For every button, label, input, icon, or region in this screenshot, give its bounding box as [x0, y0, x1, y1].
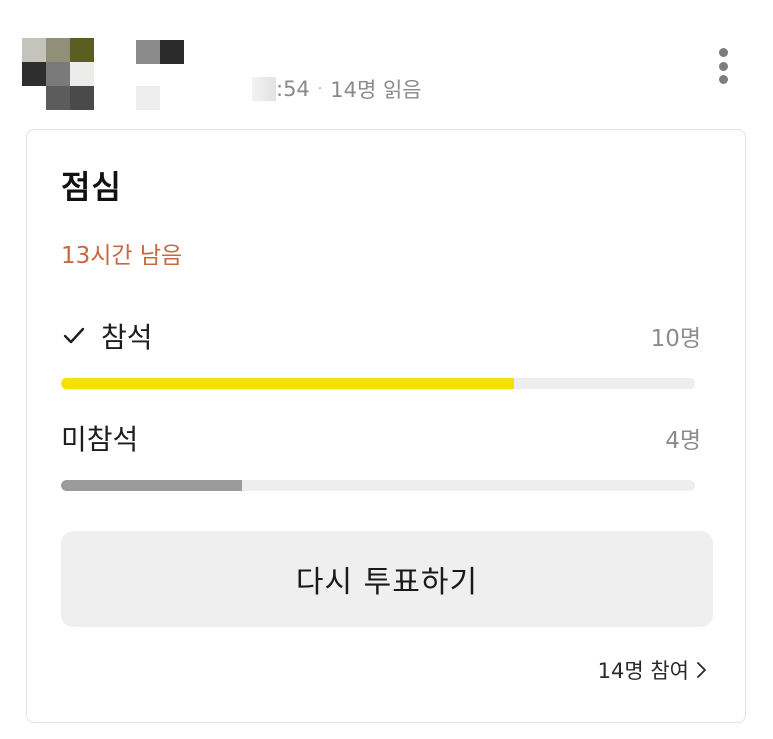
post-meta: :54 · 14명 읽음	[252, 74, 422, 104]
author-name-blurred	[136, 40, 186, 112]
meta-separator: ·	[317, 81, 323, 97]
poll-option-bar-fill	[61, 378, 514, 389]
read-count: 14명 읽음	[330, 78, 422, 102]
poll-option-label: 미참석	[61, 423, 139, 456]
chevron-right-icon	[695, 661, 707, 679]
poll-option-bar	[61, 480, 695, 491]
poll-option-label: 참석	[101, 321, 153, 354]
meta-time-blur	[252, 77, 276, 101]
poll-option-count: 4명	[665, 428, 701, 454]
participants-count: 14명 참여	[597, 659, 689, 683]
check-icon	[61, 323, 87, 349]
poll-option-absent[interactable]: 미참석 4명	[61, 418, 701, 491]
poll-option-bar-fill	[61, 480, 243, 491]
poll-card: 점심 13시간 남음 참석 10명 미참석 4명 다시 투표하기 14명 참여	[26, 129, 746, 723]
poll-option-attend[interactable]: 참석 10명	[61, 316, 701, 389]
poll-option-bar	[61, 378, 695, 389]
poll-option-count: 10명	[650, 326, 701, 352]
poll-time-remaining: 13시간 남음	[61, 243, 183, 269]
poll-title: 점심	[61, 168, 122, 206]
more-vertical-icon-dot	[718, 75, 728, 84]
more-options-button[interactable]	[708, 44, 738, 88]
more-vertical-icon	[718, 48, 728, 57]
more-vertical-icon-dot	[718, 61, 728, 71]
avatar[interactable]	[22, 38, 94, 110]
post-time: :54	[276, 77, 310, 101]
revote-button[interactable]: 다시 투표하기	[61, 531, 713, 627]
participants-link[interactable]: 14명 참여	[598, 655, 707, 685]
